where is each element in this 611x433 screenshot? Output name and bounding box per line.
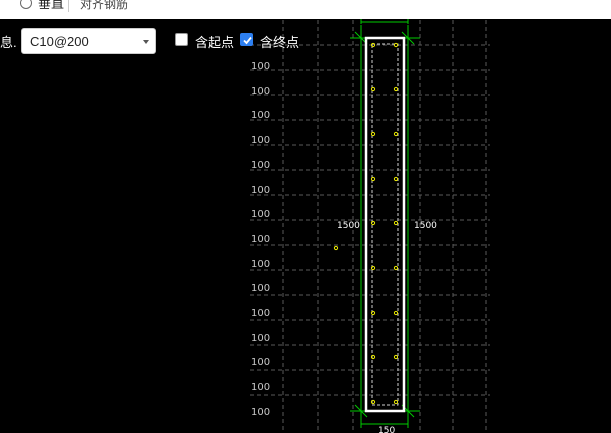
- row-label: 100: [251, 135, 270, 146]
- rebar-spec-select[interactable]: C10@200: [21, 28, 156, 54]
- rebar-point: [393, 176, 399, 182]
- row-label: 100: [251, 382, 270, 393]
- row-label: 100: [251, 234, 270, 245]
- rebar-point: [393, 220, 399, 226]
- row-label: 100: [251, 259, 270, 270]
- dimension-left-label: 1500: [337, 221, 360, 231]
- rebar-point: [370, 354, 376, 360]
- row-label: 100: [251, 185, 270, 196]
- rebar-point: [393, 354, 399, 360]
- align-rebar-label[interactable]: 对齐钢筋: [80, 0, 128, 12]
- row-label: 100: [251, 407, 270, 418]
- toolbar-divider: [68, 0, 69, 12]
- rebar-point: [393, 131, 399, 137]
- radio-circle-icon[interactable]: [20, 0, 32, 9]
- dimension-right-label: 1500: [414, 221, 437, 231]
- row-label: 100: [251, 333, 270, 344]
- chevron-down-icon: [143, 40, 149, 44]
- rebar-point: [370, 86, 376, 92]
- cad-canvas[interactable]: 100 100 100 100 100 100 100 100 100 100 …: [0, 0, 611, 433]
- rebar-info-label: 息.: [0, 35, 17, 50]
- row-label: 100: [251, 61, 270, 72]
- row-label: 100: [251, 357, 270, 368]
- rebar-point: [370, 131, 376, 137]
- dimension-lines: [350, 18, 420, 428]
- include-end-checkbox[interactable]: [240, 33, 253, 46]
- row-label: 100: [251, 160, 270, 171]
- rebar-point: [370, 265, 376, 271]
- rebar-point: [370, 399, 376, 405]
- row-label: 100: [251, 110, 270, 121]
- rebar-point: [393, 310, 399, 316]
- rebar-spec-value: C10@200: [30, 34, 89, 49]
- orientation-label: 垂直: [38, 0, 65, 11]
- include-start-checkbox[interactable]: [175, 33, 188, 46]
- rebar-point: [333, 245, 339, 251]
- row-label: 100: [251, 86, 270, 97]
- row-label: 100: [251, 283, 270, 294]
- include-start-label[interactable]: 含起点: [195, 32, 234, 51]
- rebar-point: [393, 399, 399, 405]
- checkmark-icon: [243, 36, 252, 45]
- rebar-point: [370, 176, 376, 182]
- include-end-label[interactable]: 含终点: [260, 32, 299, 51]
- grid-lines: [250, 20, 490, 433]
- rebar-point: [393, 265, 399, 271]
- dimension-bottom-label: 150: [378, 426, 395, 433]
- rebar-point: [370, 310, 376, 316]
- row-labels: 100 100 100 100 100 100 100 100 100 100 …: [251, 61, 270, 418]
- rebar-point: [393, 42, 399, 48]
- rebar-point: [393, 86, 399, 92]
- row-label: 100: [251, 209, 270, 220]
- top-toolbar: 垂直 对齐钢筋: [0, 0, 611, 19]
- orientation-radio[interactable]: 垂直: [20, 0, 64, 12]
- row-label: 100: [251, 308, 270, 319]
- rebar-point: [370, 220, 376, 226]
- stirrup-outline: [371, 43, 399, 406]
